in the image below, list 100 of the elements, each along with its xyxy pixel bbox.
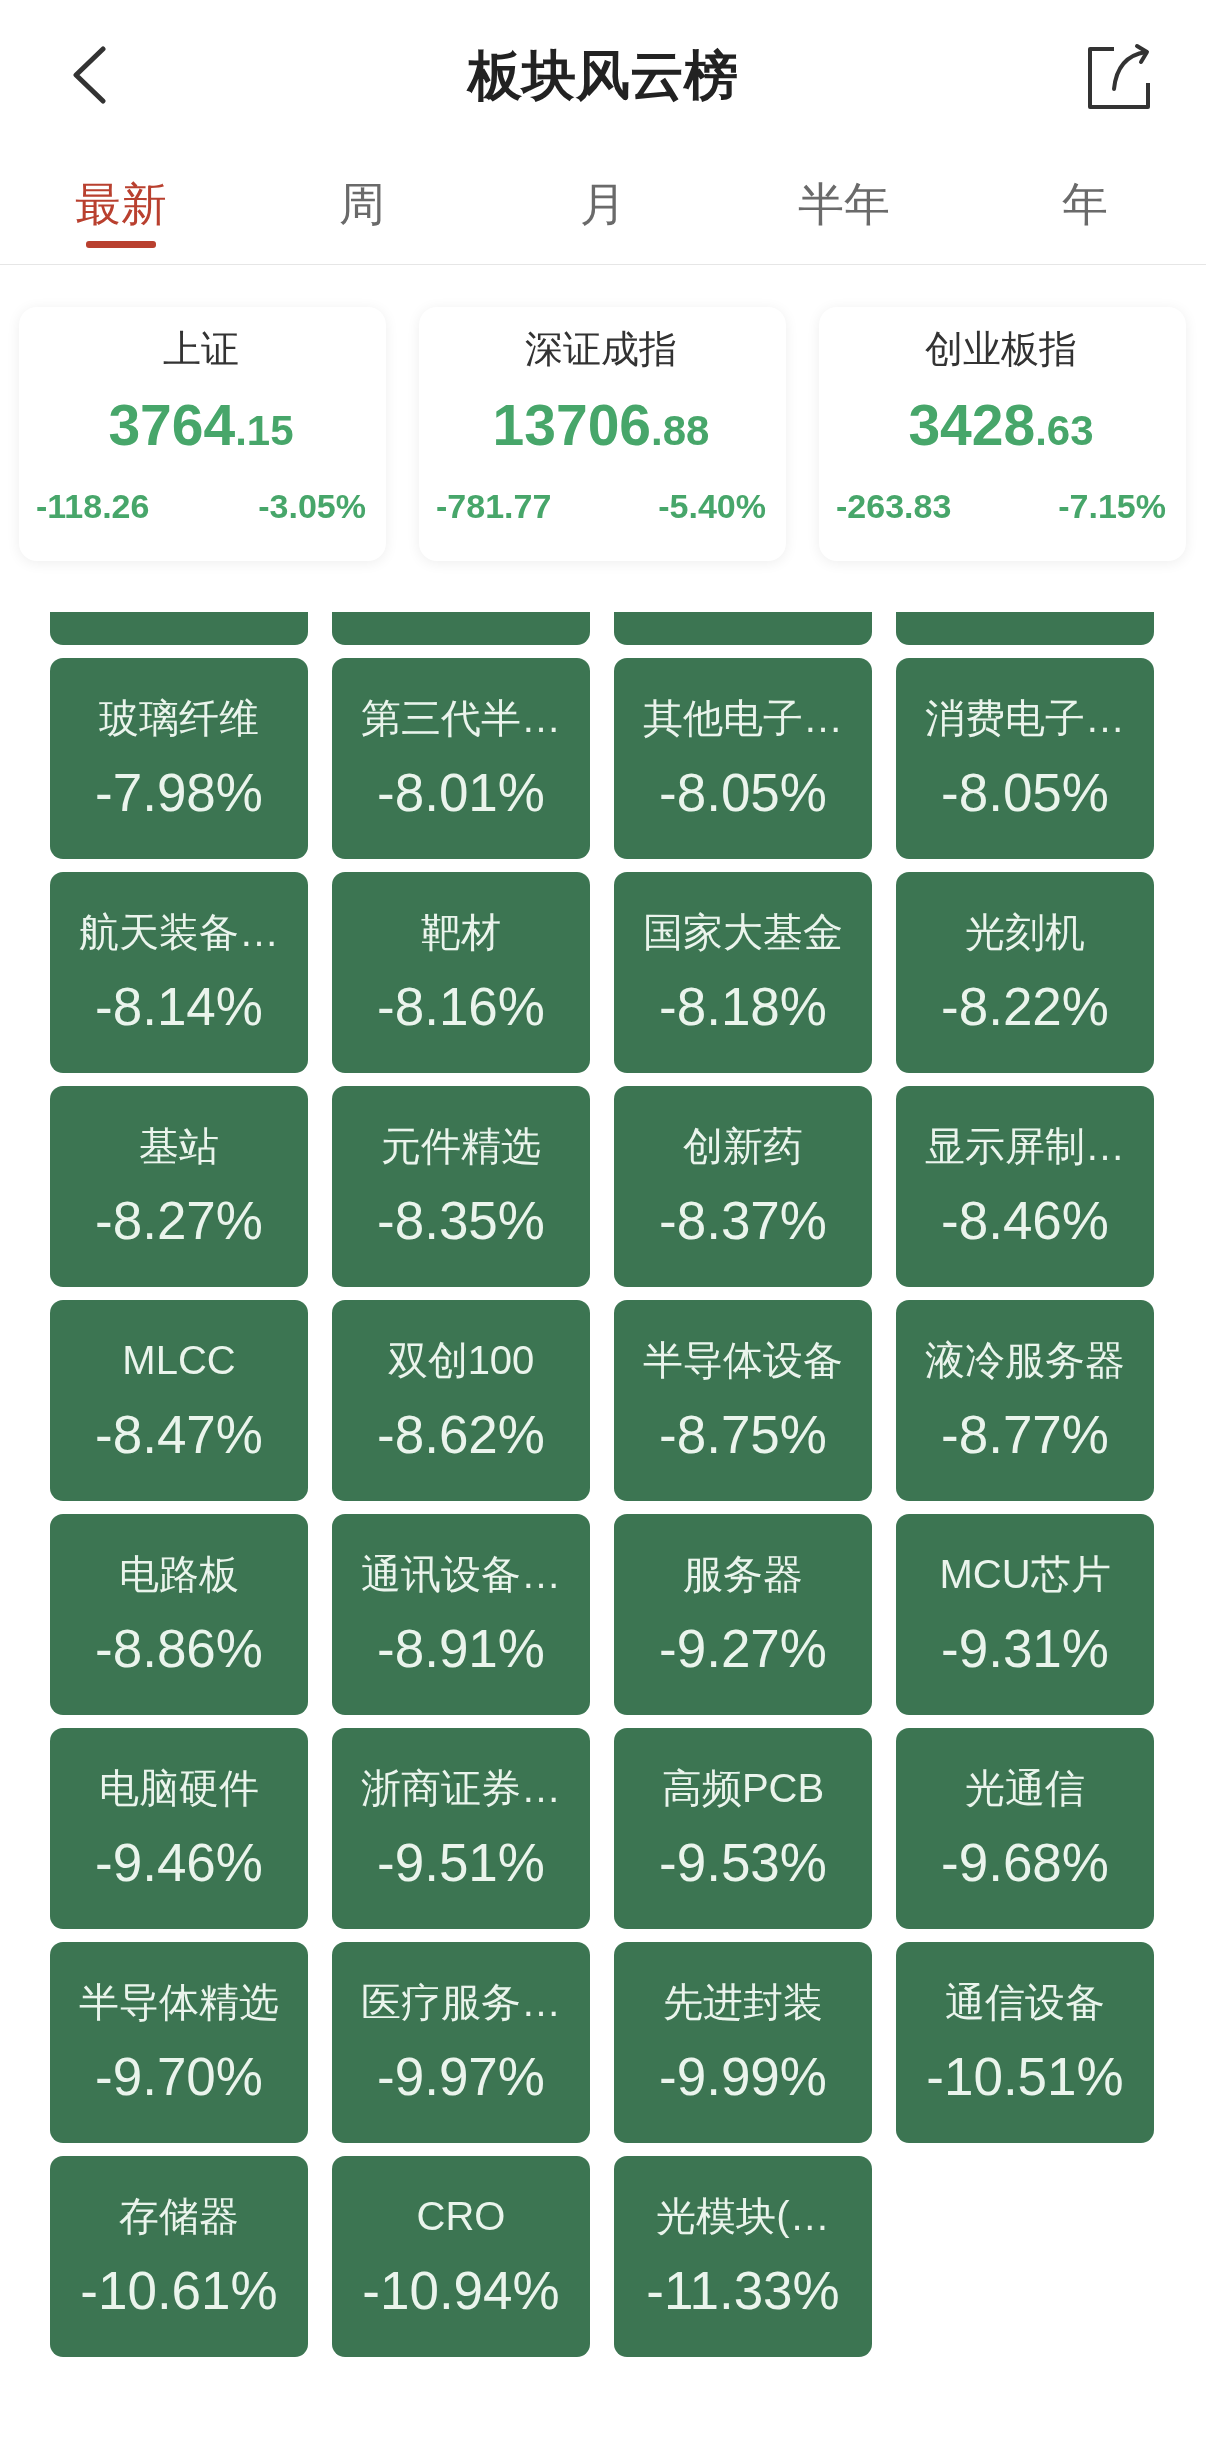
- sector-name: 国家大基金: [643, 909, 843, 956]
- sector-change: -9.70%: [95, 2047, 263, 2107]
- period-tab[interactable]: 年: [1050, 154, 1121, 248]
- sector-change: -9.97%: [377, 2047, 545, 2107]
- sector-change: -9.68%: [941, 1833, 1109, 1893]
- sector-tile[interactable]: [896, 612, 1154, 645]
- sector-tile[interactable]: 基站 -8.27%: [50, 1086, 308, 1287]
- sector-tile[interactable]: 第三代半… -8.01%: [332, 658, 590, 859]
- sector-change: -9.51%: [377, 1833, 545, 1893]
- sector-tile[interactable]: 元件精选 -8.35%: [332, 1086, 590, 1287]
- sector-tile[interactable]: CRO -10.94%: [332, 2156, 590, 2357]
- sector-name: 双创100: [387, 1337, 535, 1384]
- sector-change: -10.94%: [362, 2261, 560, 2321]
- sector-change: -11.33%: [646, 2261, 840, 2321]
- sector-name: 光刻机: [965, 909, 1085, 956]
- sector-name: 电路板: [119, 1551, 239, 1598]
- sector-name: 显示屏制…: [925, 1123, 1125, 1170]
- sector-tile[interactable]: 光刻机 -8.22%: [896, 872, 1154, 1073]
- sector-change: -10.61%: [80, 2261, 278, 2321]
- sector-tile[interactable]: 浙商证券… -9.51%: [332, 1728, 590, 1929]
- index-card[interactable]: 创业板指 3428.63 -263.83 -7.15%: [819, 307, 1186, 561]
- sector-change: -8.86%: [95, 1619, 263, 1679]
- index-change: -118.26: [36, 486, 150, 526]
- sector-name: 半导体设备: [643, 1337, 843, 1384]
- sector-change: -8.27%: [95, 1191, 263, 1251]
- sector-change: -8.16%: [377, 977, 545, 1037]
- sector-change: -8.14%: [95, 977, 263, 1037]
- index-value: 3764.15: [108, 395, 294, 459]
- index-value: 13706.88: [492, 395, 710, 459]
- sector-name: 消费电子…: [925, 695, 1125, 742]
- sector-tile[interactable]: 玻璃纤维 -7.98%: [50, 658, 308, 859]
- sector-change: -8.77%: [941, 1405, 1109, 1465]
- sector-tile[interactable]: 显示屏制… -8.46%: [896, 1086, 1154, 1287]
- sector-tile[interactable]: 光通信 -9.68%: [896, 1728, 1154, 1929]
- sector-tile[interactable]: MLCC -8.47%: [50, 1300, 308, 1501]
- sector-change: -9.46%: [95, 1833, 263, 1893]
- sector-change: -8.35%: [377, 1191, 545, 1251]
- index-change-percent: -3.05%: [258, 486, 366, 526]
- index-card[interactable]: 深证成指 13706.88 -781.77 -5.40%: [419, 307, 786, 561]
- index-name: 深证成指: [525, 327, 677, 371]
- index-name: 上证: [163, 327, 239, 371]
- period-tab[interactable]: 周: [326, 154, 397, 248]
- sector-tile[interactable]: 航天装备… -8.14%: [50, 872, 308, 1073]
- sector-name: 靶材: [421, 909, 501, 956]
- sector-name: CRO: [416, 2193, 506, 2240]
- sector-change: -8.22%: [941, 977, 1109, 1037]
- sector-name: 通讯设备…: [361, 1551, 561, 1598]
- sector-tile[interactable]: 服务器 -9.27%: [614, 1514, 872, 1715]
- sector-tile[interactable]: [50, 612, 308, 645]
- sector-name: 基站: [139, 1123, 219, 1170]
- sector-change: -7.98%: [95, 763, 263, 823]
- period-tab[interactable]: 半年: [798, 154, 891, 248]
- sector-tile[interactable]: 先进封装 -9.99%: [614, 1942, 872, 2143]
- sector-change: -8.91%: [377, 1619, 545, 1679]
- sector-change: -8.62%: [377, 1405, 545, 1465]
- sector-tile[interactable]: 通信设备 -10.51%: [896, 1942, 1154, 2143]
- sector-change: -8.46%: [941, 1191, 1109, 1251]
- sector-name: 通信设备: [945, 1979, 1105, 2026]
- index-name: 创业板指: [925, 327, 1077, 371]
- sector-name: 医疗服务…: [361, 1979, 561, 2026]
- sector-tile[interactable]: 液冷服务器 -8.77%: [896, 1300, 1154, 1501]
- sector-name: 电脑硬件: [99, 1765, 259, 1812]
- sector-name: 存储器: [119, 2193, 239, 2240]
- sector-tile[interactable]: 国家大基金 -8.18%: [614, 872, 872, 1073]
- sector-name: 服务器: [683, 1551, 803, 1598]
- sector-tile[interactable]: 靶材 -8.16%: [332, 872, 590, 1073]
- sector-tile[interactable]: 电脑硬件 -9.46%: [50, 1728, 308, 1929]
- sector-tile[interactable]: 半导体精选 -9.70%: [50, 1942, 308, 2143]
- sector-change: -8.05%: [659, 763, 827, 823]
- sector-tile[interactable]: 其他电子… -8.05%: [614, 658, 872, 859]
- sector-change: -9.27%: [659, 1619, 827, 1679]
- sector-tile[interactable]: 半导体设备 -8.75%: [614, 1300, 872, 1501]
- sector-tile[interactable]: 医疗服务… -9.97%: [332, 1942, 590, 2143]
- sector-change: -8.18%: [659, 977, 827, 1037]
- index-card[interactable]: 上证 3764.15 -118.26 -3.05%: [19, 307, 386, 561]
- sector-tile[interactable]: [332, 612, 590, 645]
- sector-tile[interactable]: 通讯设备… -8.91%: [332, 1514, 590, 1715]
- sector-name: 光模块(…: [656, 2193, 830, 2240]
- sector-name: MCU芯片: [939, 1551, 1111, 1598]
- sector-name: 元件精选: [381, 1123, 541, 1170]
- sector-tile[interactable]: 消费电子… -8.05%: [896, 658, 1154, 859]
- sector-tile[interactable]: 光模块(… -11.33%: [614, 2156, 872, 2357]
- sector-name: 浙商证券…: [361, 1765, 561, 1812]
- index-change-percent: -5.40%: [658, 486, 766, 526]
- sector-tile[interactable]: [614, 612, 872, 645]
- sector-tile[interactable]: 电路板 -8.86%: [50, 1514, 308, 1715]
- sector-tile[interactable]: 高频PCB -9.53%: [614, 1728, 872, 1929]
- sector-tile[interactable]: 双创100 -8.62%: [332, 1300, 590, 1501]
- period-tab[interactable]: 最新: [74, 154, 167, 248]
- index-change: -263.83: [836, 486, 952, 526]
- sector-tile[interactable]: 创新药 -8.37%: [614, 1086, 872, 1287]
- sector-change: -8.05%: [941, 763, 1109, 823]
- sector-name: MLCC: [122, 1337, 236, 1384]
- sector-name: 其他电子…: [643, 695, 843, 742]
- period-tab[interactable]: 月: [568, 154, 638, 248]
- sector-tile[interactable]: MCU芯片 -9.31%: [896, 1514, 1154, 1715]
- sector-tile[interactable]: 存储器 -10.61%: [50, 2156, 308, 2357]
- sector-change: -8.01%: [377, 763, 545, 823]
- back-icon[interactable]: [71, 46, 107, 104]
- page-title: 板块风云榜: [468, 44, 738, 107]
